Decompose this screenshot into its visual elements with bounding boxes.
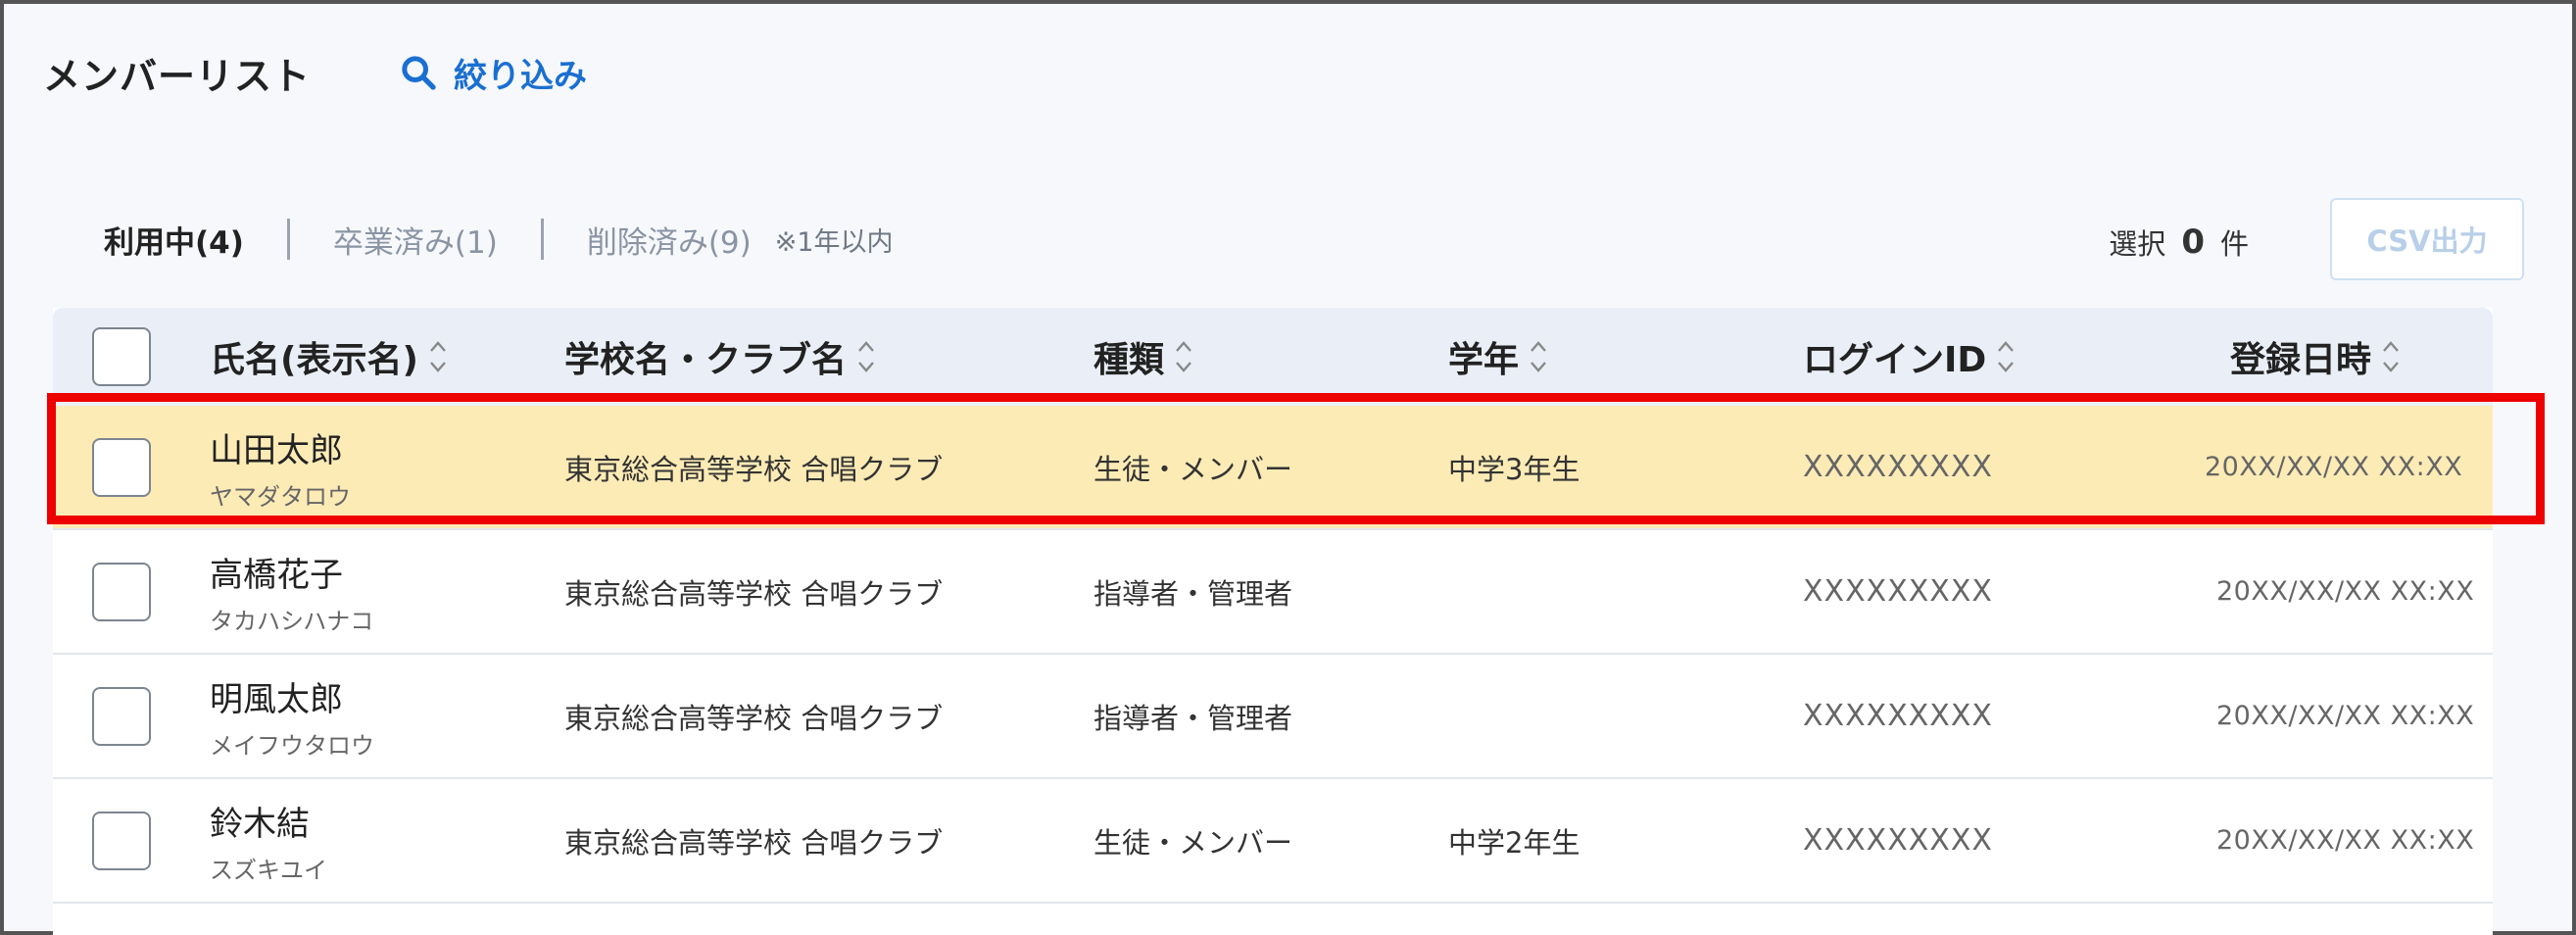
column-type-label: 種類: [1094, 340, 1165, 380]
member-name: 山田太郎: [210, 430, 343, 470]
filter-button[interactable]: 絞り込み: [399, 49, 587, 97]
tab-note: ※1年以内: [774, 226, 894, 258]
column-registered[interactable]: 登録日時: [2230, 308, 2403, 406]
member-name-cell: 山田太郎 ヤマダタロウ: [210, 406, 351, 528]
table-row[interactable]: 高橋花子 タカハシハナコ 東京総合高等学校 合唱クラブ 指導者・管理者 XXXX…: [53, 530, 2493, 655]
table-row[interactable]: 山田太郎 ヤマダタロウ 東京総合高等学校 合唱クラブ 生徒・メンバー 中学3年生…: [53, 406, 2493, 530]
member-kana: スズキユイ: [210, 856, 327, 884]
sort-icon: [1994, 335, 2017, 378]
column-name-label: 氏名(表示名): [210, 340, 418, 380]
row-checkbox[interactable]: [92, 437, 151, 497]
column-grade[interactable]: 学年: [1448, 308, 1550, 406]
school-cell: 東京総合高等学校 合唱クラブ: [564, 825, 944, 860]
sort-icon: [426, 335, 450, 378]
table-header: 氏名(表示名) 学校名・クラブ名 種類 学年 ログインID 登録日時: [53, 308, 2493, 406]
type-cell: 生徒・メンバー: [1094, 452, 1293, 486]
row-checkbox[interactable]: [92, 811, 151, 870]
column-name[interactable]: 氏名(表示名): [210, 308, 450, 406]
selection-prefix: 選択: [2109, 227, 2166, 261]
type-cell: 指導者・管理者: [1094, 576, 1293, 611]
member-kana: ヤマダタロウ: [210, 482, 351, 511]
row-checkbox[interactable]: [92, 562, 151, 621]
member-table: 氏名(表示名) 学校名・クラブ名 種類 学年 ログインID 登録日時 山田太郎 …: [53, 308, 2493, 935]
member-name: 明風太郎: [210, 679, 343, 719]
status-tabs: 利用中(4) 卒業済み(1) 削除済み(9) ※1年以内: [104, 215, 894, 264]
school-cell: 東京総合高等学校 合唱クラブ: [564, 576, 944, 611]
tab-divider: [286, 219, 290, 260]
page-title: メンバーリスト: [43, 54, 312, 98]
tab-active[interactable]: 利用中(4): [104, 218, 244, 262]
tab-deleted[interactable]: 削除済み(9): [587, 218, 752, 262]
column-login-label: ログインID: [1803, 340, 1987, 380]
tab-divider: [540, 219, 544, 260]
registered-cell: 20XX/XX/XX XX:XX: [2205, 452, 2463, 482]
sort-icon: [1527, 335, 1550, 378]
member-name: 高橋花子: [210, 555, 343, 595]
registered-cell: 20XX/XX/XX XX:XX: [2216, 701, 2475, 731]
sort-icon: [854, 335, 878, 378]
select-all-checkbox[interactable]: [92, 327, 151, 386]
table-row[interactable]: 鈴木結 スズキユイ 東京総合高等学校 合唱クラブ 生徒・メンバー 中学2年生 X…: [53, 779, 2493, 904]
member-list-panel: メンバーリスト 絞り込み 利用中(4) 卒業済み(1) 削除済み(9) ※1年以…: [0, 0, 2576, 935]
grade-cell: 中学3年生: [1448, 452, 1580, 486]
column-grade-label: 学年: [1448, 340, 1520, 380]
page-header: メンバーリスト 絞り込み: [43, 43, 587, 102]
member-name-cell: 明風太郎 メイフウタロウ: [210, 655, 374, 777]
column-type[interactable]: 種類: [1094, 308, 1195, 406]
search-icon: [402, 56, 436, 90]
column-school[interactable]: 学校名・クラブ名: [564, 308, 878, 406]
member-kana: メイフウタロウ: [210, 731, 374, 760]
filter-label: 絞り込み: [454, 56, 588, 96]
column-login-id[interactable]: ログインID: [1803, 308, 2017, 406]
type-cell: 生徒・メンバー: [1094, 825, 1293, 860]
sort-icon: [1172, 335, 1195, 378]
school-cell: 東京総合高等学校 合唱クラブ: [564, 452, 944, 486]
member-name-cell: 高橋花子 タカハシハナコ: [210, 530, 373, 653]
login-id-cell: XXXXXXXXX: [1803, 574, 1993, 609]
member-kana: タカハシハナコ: [210, 607, 374, 635]
selection-suffix: 件: [2219, 227, 2249, 261]
type-cell: 指導者・管理者: [1094, 701, 1293, 735]
registered-cell: 20XX/XX/XX XX:XX: [2216, 576, 2475, 607]
selection-number: 0: [2181, 222, 2205, 262]
registered-cell: 20XX/XX/XX XX:XX: [2216, 825, 2475, 856]
school-cell: 東京総合高等学校 合唱クラブ: [564, 701, 944, 735]
row-checkbox[interactable]: [92, 686, 151, 746]
table-row[interactable]: 明風太郎 メイフウタロウ 東京総合高等学校 合唱クラブ 指導者・管理者 XXXX…: [53, 655, 2493, 779]
column-school-label: 学校名・クラブ名: [564, 340, 848, 380]
selection-count: 選択 0 件: [2109, 221, 2249, 263]
tab-graduated[interactable]: 卒業済み(1): [333, 218, 498, 262]
member-name-cell: 鈴木結 スズキユイ: [210, 779, 327, 902]
member-name: 鈴木結: [210, 804, 310, 844]
login-id-cell: XXXXXXXXX: [1803, 699, 1993, 733]
login-id-cell: XXXXXXXXX: [1803, 450, 1993, 484]
csv-export-button[interactable]: CSV出力: [2330, 198, 2524, 280]
grade-cell: 中学2年生: [1448, 825, 1580, 860]
login-id-cell: XXXXXXXXX: [1803, 823, 1993, 858]
column-registered-label: 登録日時: [2230, 340, 2372, 380]
sort-icon: [2379, 335, 2403, 378]
